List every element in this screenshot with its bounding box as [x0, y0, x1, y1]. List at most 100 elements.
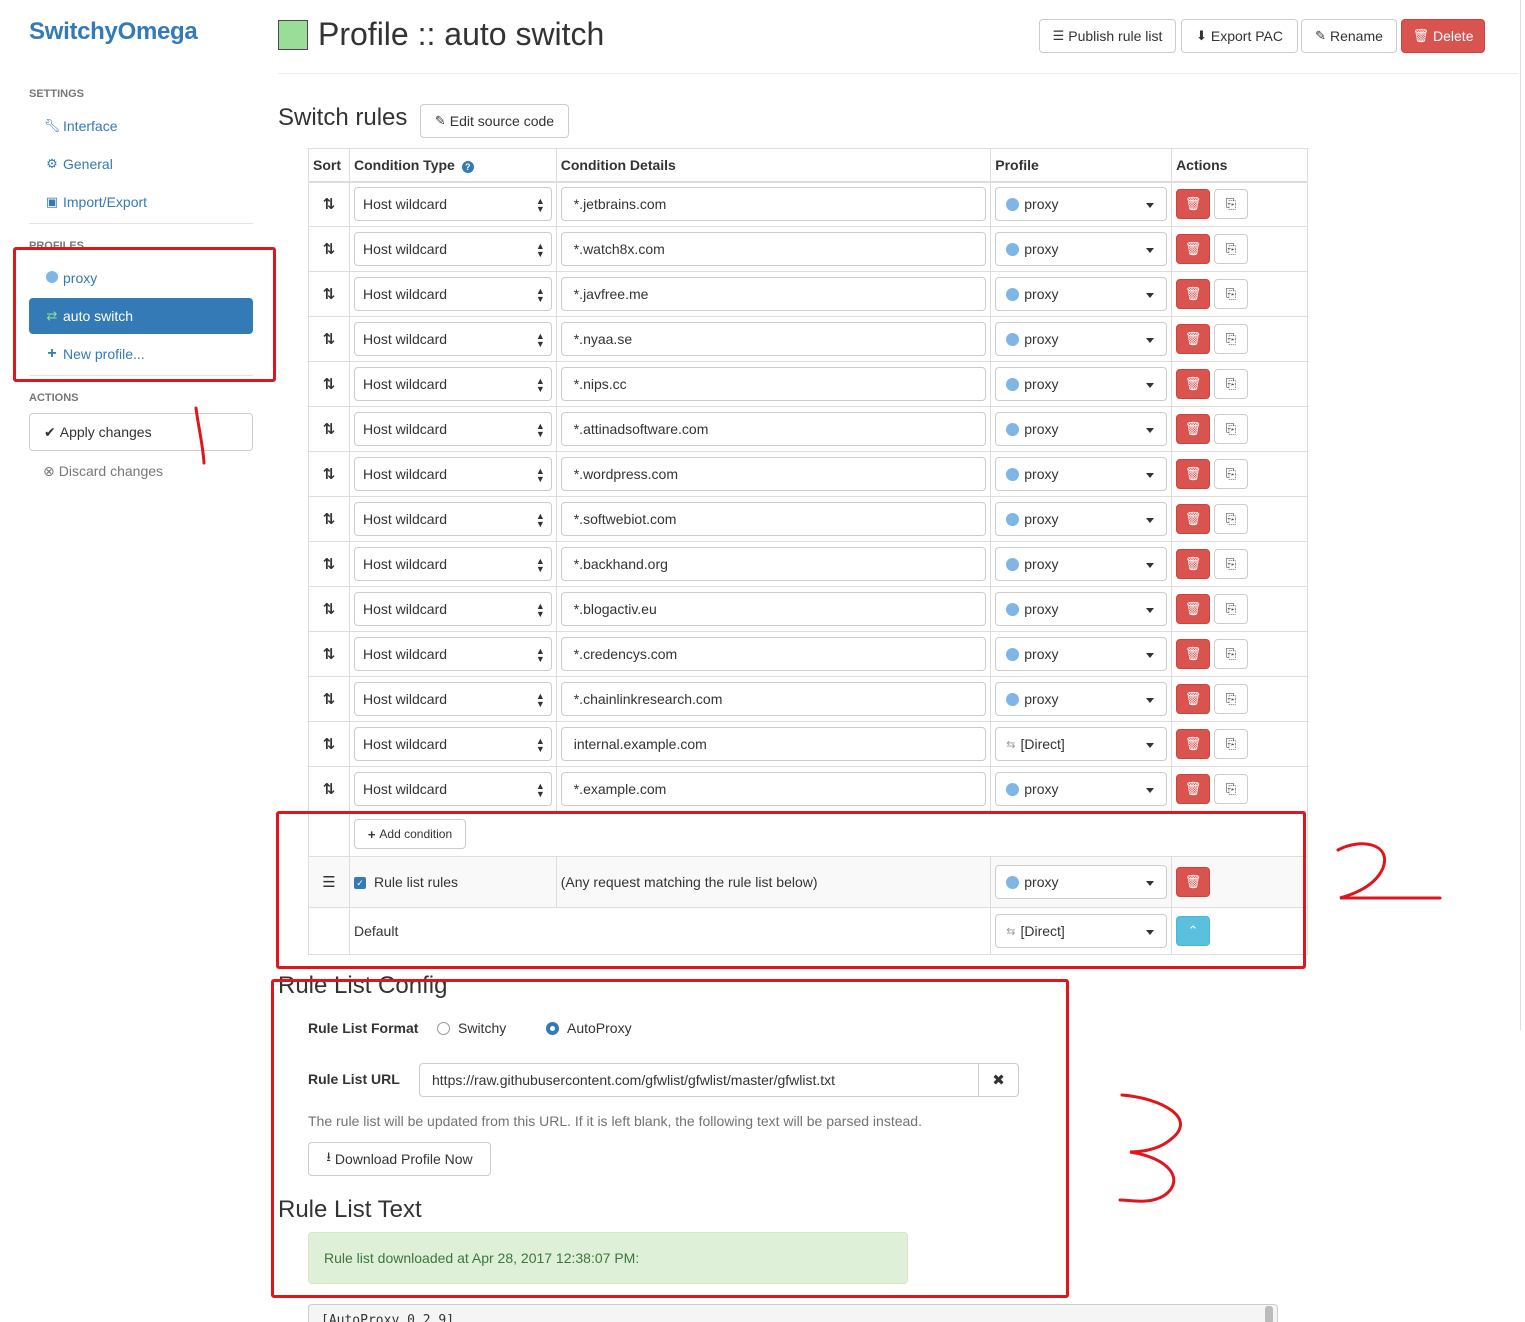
condition-details-input[interactable]: *.chainlinkresearch.com	[560, 682, 987, 716]
profile-select[interactable]: proxy	[995, 412, 1168, 446]
condition-type-select[interactable]: Host wildcard ▲ ▼	[353, 277, 552, 311]
profile-select[interactable]: proxy	[995, 277, 1168, 311]
add-condition-button[interactable]: + Add condition	[353, 819, 466, 849]
profile-color-swatch[interactable]	[278, 20, 308, 50]
condition-details-input[interactable]: *.example.com	[560, 772, 987, 806]
clone-rule-button[interactable]: ⎘	[1214, 774, 1249, 804]
rule-list-url-input[interactable]: https://raw.githubusercontent.com/gfwlis…	[420, 1064, 978, 1096]
rename-button[interactable]: ✎ Rename	[1301, 19, 1397, 53]
sidebar-item-auto-switch[interactable]: ⇄ auto switch	[29, 298, 253, 334]
profile-select[interactable]: proxy	[995, 322, 1168, 356]
sort-handle-icon[interactable]: ⇅	[308, 226, 350, 272]
sidebar-item-new-profile[interactable]: + New profile...	[29, 336, 253, 372]
condition-details-input[interactable]: *.nips.cc	[560, 367, 987, 401]
profile-select[interactable]: proxy	[995, 232, 1168, 266]
format-radio-autoproxy[interactable]: AutoProxy	[546, 1020, 632, 1036]
condition-details-input[interactable]: *.credencys.com	[560, 637, 987, 671]
sort-handle-icon[interactable]: ⇅	[308, 451, 350, 497]
delete-rule-button[interactable]: 🗑︎	[1176, 414, 1211, 444]
condition-details-input[interactable]: *.watch8x.com	[560, 232, 987, 266]
delete-rule-button[interactable]: 🗑︎	[1176, 639, 1211, 669]
condition-type-select[interactable]: Host wildcard ▲ ▼	[353, 367, 552, 401]
brand-logo[interactable]: SwitchyOmega	[29, 18, 198, 46]
clone-rule-button[interactable]: ⎘	[1214, 684, 1249, 714]
clone-rule-button[interactable]: ⎘	[1214, 279, 1249, 309]
condition-type-select[interactable]: Host wildcard ▲ ▼	[353, 682, 552, 716]
profile-select[interactable]: proxy	[995, 457, 1168, 491]
clone-rule-button[interactable]: ⎘	[1214, 324, 1249, 354]
discard-changes-button[interactable]: ⊗ Discard changes	[29, 456, 163, 486]
delete-rule-button[interactable]: 🗑︎	[1176, 504, 1211, 534]
condition-type-select[interactable]: Host wildcard ▲ ▼	[353, 772, 552, 806]
clone-rule-button[interactable]: ⎘	[1214, 639, 1249, 669]
profile-select[interactable]: ⇆ [Direct]	[995, 727, 1168, 761]
profile-select[interactable]: proxy	[995, 592, 1168, 626]
sort-handle-icon[interactable]: ⇅	[308, 361, 350, 407]
sort-handle-icon[interactable]: ⇅	[308, 271, 350, 317]
delete-rule-list-button[interactable]: 🗑︎	[1176, 867, 1211, 897]
default-profile-select[interactable]: ⇆ [Direct]	[995, 914, 1168, 948]
delete-rule-button[interactable]: 🗑︎	[1176, 369, 1211, 399]
delete-rule-button[interactable]: 🗑︎	[1176, 324, 1211, 354]
profile-select[interactable]: proxy	[995, 547, 1168, 581]
condition-details-input[interactable]: *.wordpress.com	[560, 457, 987, 491]
sort-handle-icon[interactable]: ⇅	[308, 406, 350, 452]
sort-handle-icon[interactable]: ⇅	[308, 181, 350, 227]
condition-type-select[interactable]: Host wildcard ▲ ▼	[353, 637, 552, 671]
clone-rule-button[interactable]: ⎘	[1214, 729, 1249, 759]
delete-rule-button[interactable]: 🗑︎	[1176, 684, 1211, 714]
condition-type-select[interactable]: Host wildcard ▲ ▼	[353, 547, 552, 581]
profile-select[interactable]: proxy	[995, 367, 1168, 401]
condition-details-input[interactable]: *.softwebiot.com	[560, 502, 987, 536]
profile-select[interactable]: proxy	[995, 187, 1168, 222]
condition-details-input[interactable]: *.javfree.me	[560, 277, 987, 311]
condition-details-input[interactable]: *.backhand.org	[560, 547, 987, 581]
rule-list-checkbox[interactable]: ✓	[353, 877, 366, 890]
sort-handle-icon[interactable]: ⇅	[308, 316, 350, 362]
condition-type-select[interactable]: Host wildcard ▲ ▼	[353, 232, 552, 266]
profile-select[interactable]: proxy	[995, 772, 1168, 806]
collapse-up-button[interactable]: ⌃	[1176, 916, 1211, 946]
delete-rule-button[interactable]: 🗑︎	[1176, 279, 1211, 309]
condition-details-input[interactable]: *.attinadsoftware.com	[560, 412, 987, 446]
sidebar-item-import-export[interactable]: ▣ Import/Export	[29, 184, 253, 220]
clone-rule-button[interactable]: ⎘	[1214, 189, 1249, 220]
clone-rule-button[interactable]: ⎘	[1214, 459, 1249, 489]
delete-rule-button[interactable]: 🗑︎	[1176, 549, 1211, 579]
sort-handle-icon[interactable]: ⇅	[308, 766, 350, 812]
delete-rule-button[interactable]: 🗑︎	[1176, 594, 1211, 624]
clear-url-button[interactable]: ✖	[978, 1064, 1018, 1096]
clone-rule-button[interactable]: ⎘	[1214, 414, 1249, 444]
profile-select[interactable]: proxy	[995, 502, 1168, 536]
format-radio-switchy[interactable]: Switchy	[437, 1020, 506, 1036]
condition-type-select[interactable]: Host wildcard ▲ ▼	[353, 412, 552, 446]
delete-rule-button[interactable]: 🗑︎	[1176, 189, 1211, 220]
condition-type-select[interactable]: Host wildcard ▲ ▼	[353, 592, 552, 626]
rule-list-profile-select[interactable]: proxy	[995, 865, 1168, 899]
condition-type-select[interactable]: Host wildcard ▲ ▼	[353, 187, 552, 222]
clone-rule-button[interactable]: ⎘	[1214, 594, 1249, 624]
condition-type-select[interactable]: Host wildcard ▲ ▼	[353, 502, 552, 536]
help-icon[interactable]: ?	[461, 160, 474, 173]
edit-source-code-button[interactable]: ✎ Edit source code	[420, 104, 569, 138]
condition-details-input[interactable]: internal.example.com	[560, 727, 987, 761]
sort-handle-icon[interactable]: ⇅	[308, 541, 350, 587]
clone-rule-button[interactable]: ⎘	[1214, 549, 1249, 579]
condition-type-select[interactable]: Host wildcard ▲ ▼	[353, 322, 552, 356]
sort-handle-icon[interactable]: ⇅	[308, 586, 350, 632]
download-profile-button[interactable]: ⭳ Download Profile Now	[308, 1142, 491, 1176]
delete-profile-button[interactable]: 🗑︎ Delete	[1401, 19, 1485, 53]
clone-rule-button[interactable]: ⎘	[1214, 504, 1249, 534]
apply-changes-button[interactable]: ✔︎ Apply changes	[29, 413, 253, 451]
clone-rule-button[interactable]: ⎘	[1214, 369, 1249, 399]
profile-select[interactable]: proxy	[995, 637, 1168, 671]
rule-list-textarea[interactable]: [AutoProxy 0.2.9]	[308, 1304, 1278, 1322]
sort-handle-icon[interactable]: ⇅	[308, 676, 350, 722]
textarea-scrollbar[interactable]	[1265, 1306, 1273, 1322]
sort-handle-icon[interactable]: ⇅	[308, 721, 350, 767]
delete-rule-button[interactable]: 🗑︎	[1176, 729, 1211, 759]
profile-select[interactable]: proxy	[995, 682, 1168, 716]
sort-handle-icon[interactable]: ⇅	[308, 496, 350, 542]
publish-rule-list-button[interactable]: ☰ Publish rule list	[1039, 19, 1176, 53]
clone-rule-button[interactable]: ⎘	[1214, 234, 1249, 264]
